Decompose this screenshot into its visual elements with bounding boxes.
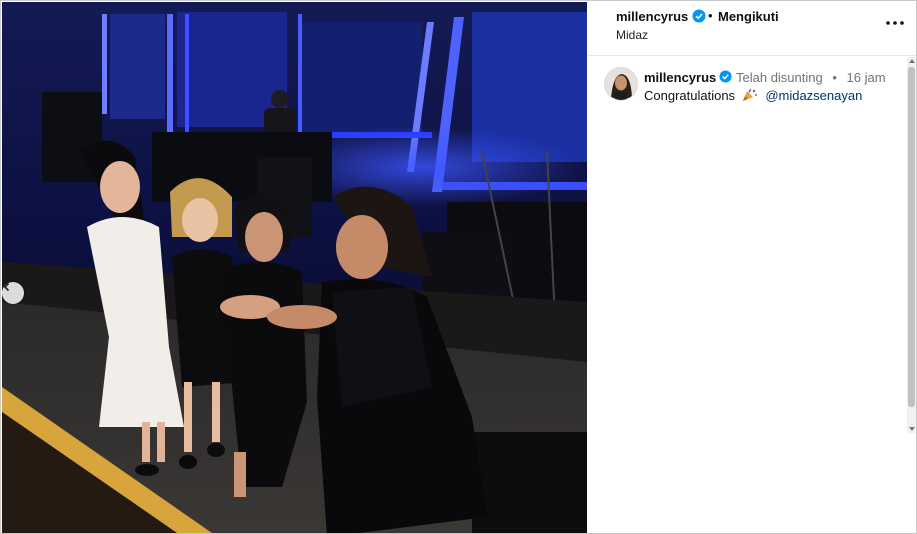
post-header: millencyrus • Mengikuti Midaz xyxy=(588,1,916,56)
comment-username[interactable]: millencyrus xyxy=(644,70,716,85)
avatar-image xyxy=(605,68,637,100)
verified-badge-icon xyxy=(719,70,732,83)
carousel-prev-button[interactable] xyxy=(2,282,24,304)
post-modal: millencyrus • Mengikuti Midaz millencyru… xyxy=(0,0,917,534)
edited-label: Telah disunting xyxy=(736,70,823,85)
post-side-panel: millencyrus • Mengikuti Midaz millencyru… xyxy=(588,1,916,533)
scroll-down-arrow[interactable] xyxy=(909,427,915,431)
more-options-icon[interactable] xyxy=(883,14,907,32)
chevron-left-icon xyxy=(3,282,10,292)
comments-scrollbar[interactable] xyxy=(907,57,916,433)
avatar[interactable] xyxy=(604,67,638,101)
post-photo xyxy=(2,2,587,533)
comment-text: Congratulations @midazsenayan xyxy=(644,88,862,103)
meta-separator: • xyxy=(832,70,837,85)
party-popper-icon xyxy=(742,89,757,101)
following-button[interactable]: Mengikuti xyxy=(718,9,779,24)
comment-timestamp[interactable]: 16 jam xyxy=(847,70,886,85)
comment-meta: Telah disunting • 16 jam xyxy=(736,70,886,85)
header-separator: • xyxy=(708,8,713,23)
comment-body: Congratulations xyxy=(644,88,736,103)
photo-illustration xyxy=(2,2,587,533)
scroll-thumb[interactable] xyxy=(908,67,915,407)
scroll-up-arrow[interactable] xyxy=(909,59,915,63)
verified-badge-icon xyxy=(692,9,706,23)
mention-link[interactable]: @midazsenayan xyxy=(765,88,862,103)
location-link[interactable]: Midaz xyxy=(616,28,648,42)
header-username[interactable]: millencyrus xyxy=(616,9,688,24)
